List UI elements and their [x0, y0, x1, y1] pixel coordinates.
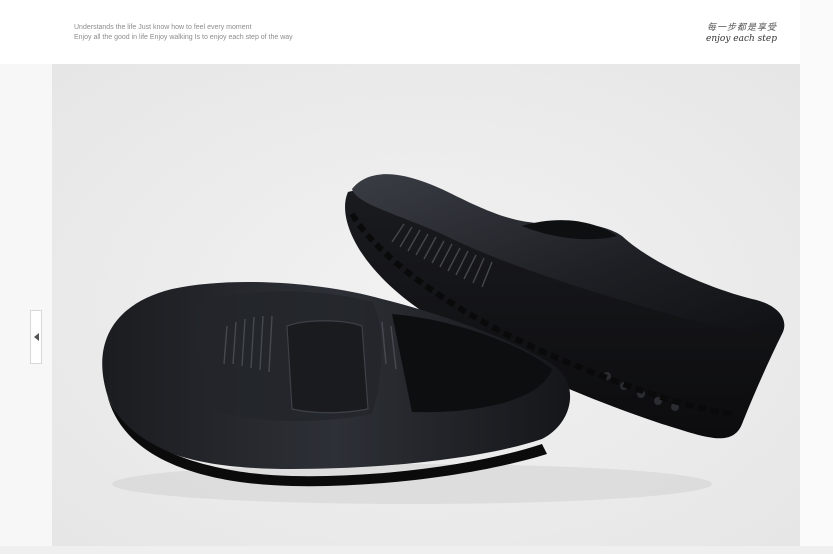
loafer-shoes-photo [52, 64, 800, 546]
header-banner: Understands the life Just know how to fe… [0, 0, 800, 64]
left-arrow-icon [33, 333, 39, 341]
bottom-edge [0, 546, 833, 554]
right-margin [800, 0, 833, 554]
slogan-line-1: Understands the life Just know how to fe… [74, 24, 252, 31]
brand-tagline-en: enjoy each step [706, 34, 777, 44]
product-detail-page: Understands the life Just know how to fe… [0, 0, 833, 554]
prev-image-button[interactable] [30, 310, 42, 364]
product-image [52, 64, 800, 546]
slogan-line-2: Enjoy all the good in life Enjoy walking… [74, 34, 293, 41]
brand-tagline-cn: 每一步都是享受 [706, 23, 777, 33]
slogan-text: Understands the life Just know how to fe… [74, 23, 293, 43]
brand-tagline: 每一步都是享受 enjoy each step [672, 20, 777, 44]
